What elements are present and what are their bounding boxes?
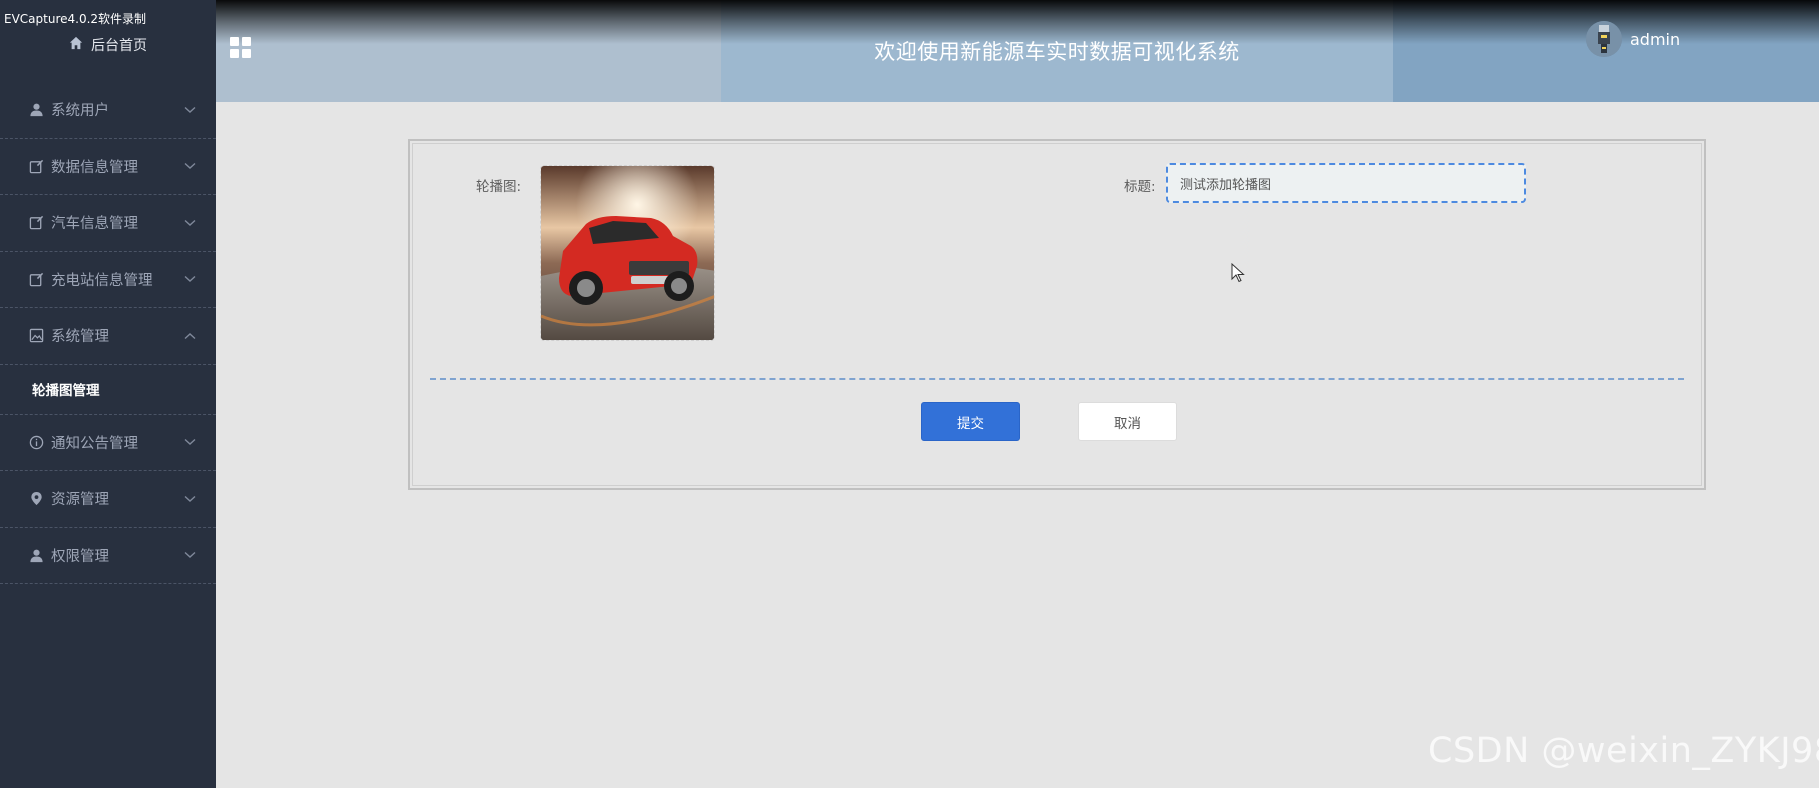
sidebar-item-label: 权限管理 <box>51 548 109 565</box>
sidebar-item-car-info[interactable]: 汽车信息管理 <box>0 195 216 252</box>
menu-toggle-icon[interactable] <box>230 37 252 59</box>
carousel-image-upload[interactable] <box>540 165 715 341</box>
chevron-down-icon <box>184 434 196 450</box>
sidebar: EVCapture4.0.2软件录制 后台首页 系统用户 数据信息管理 汽车信息… <box>0 0 216 788</box>
chevron-up-icon <box>184 328 196 344</box>
chevron-down-icon <box>184 158 196 174</box>
edit-icon <box>27 214 45 232</box>
chevron-down-icon <box>184 491 196 507</box>
user-icon <box>27 101 45 119</box>
home-icon <box>69 36 83 54</box>
sidebar-subitem-label: 轮播图管理 <box>32 383 100 399</box>
top-header: 欢迎使用新能源车实时数据可视化系统 admin <box>216 0 1819 102</box>
info-icon <box>27 433 45 451</box>
carousel-image-label: 轮播图: <box>476 179 522 195</box>
chevron-down-icon <box>184 271 196 287</box>
edit-icon <box>27 270 45 288</box>
chevron-down-icon <box>184 547 196 563</box>
sidebar-item-charging-station[interactable]: 充电站信息管理 <box>0 252 216 308</box>
title-field-label: 标题: <box>1124 179 1156 195</box>
mouse-cursor-icon <box>1231 262 1245 287</box>
page-title: 欢迎使用新能源车实时数据可视化系统 <box>874 40 1240 64</box>
sidebar-item-label: 资源管理 <box>51 492 109 509</box>
form-divider <box>430 378 1684 380</box>
user-icon <box>27 546 45 564</box>
edit-icon <box>27 157 45 175</box>
chevron-down-icon <box>184 215 196 231</box>
chevron-down-icon <box>184 102 196 118</box>
carousel-form: 轮播图: 标题: 测试添加轮播图 提交 取消 <box>408 139 1706 490</box>
title-input[interactable] <box>1166 163 1526 203</box>
username-label[interactable]: admin <box>1630 30 1680 49</box>
sidebar-item-label: 通知公告管理 <box>51 435 138 452</box>
sidebar-item-permissions[interactable]: 权限管理 <box>0 528 216 584</box>
sidebar-item-label: 数据信息管理 <box>51 159 138 176</box>
car-image <box>541 166 714 340</box>
location-icon <box>27 490 45 508</box>
sidebar-item-home[interactable]: 后台首页 <box>0 30 216 60</box>
sidebar-item-system-management[interactable]: 系统管理 <box>0 308 216 365</box>
sidebar-item-label: 系统用户 <box>51 103 109 120</box>
sidebar-item-label: 系统管理 <box>51 329 109 346</box>
avatar[interactable] <box>1586 21 1622 57</box>
image-icon <box>27 327 45 345</box>
sidebar-item-system-users[interactable]: 系统用户 <box>0 82 216 139</box>
recorder-label: EVCapture4.0.2软件录制 <box>4 12 147 26</box>
sidebar-item-label: 汽车信息管理 <box>51 216 138 233</box>
sidebar-item-notice[interactable]: 通知公告管理 <box>0 415 216 471</box>
sidebar-item-label: 后台首页 <box>91 38 147 54</box>
sidebar-menu: 系统用户 数据信息管理 汽车信息管理 充电站信息管理 系统管理 轮播图管理 通知… <box>0 82 216 584</box>
watermark: CSDN @weixin_ZYKJ985 <box>1428 731 1819 771</box>
submit-button[interactable]: 提交 <box>921 402 1020 441</box>
sidebar-item-label: 充电站信息管理 <box>51 272 153 289</box>
sidebar-subitem-carousel[interactable]: 轮播图管理 <box>0 365 216 415</box>
cancel-button[interactable]: 取消 <box>1078 402 1177 441</box>
sidebar-item-resources[interactable]: 资源管理 <box>0 471 216 528</box>
sidebar-item-data-info[interactable]: 数据信息管理 <box>0 139 216 195</box>
